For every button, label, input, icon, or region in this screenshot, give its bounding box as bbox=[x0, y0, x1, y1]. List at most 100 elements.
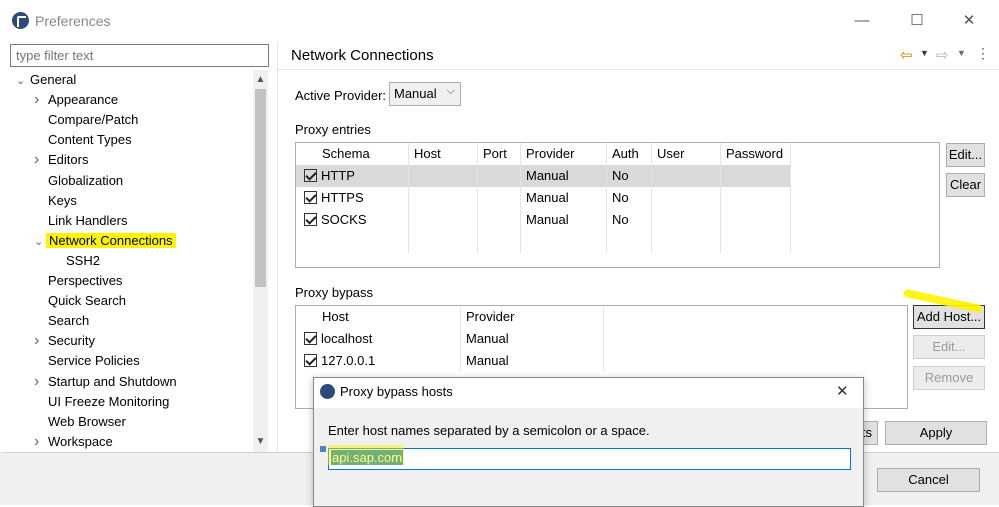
tree-item[interactable]: Compare/Patch bbox=[34, 110, 138, 130]
tree-item[interactable]: › Workspace bbox=[34, 432, 113, 452]
column-header[interactable]: Auth bbox=[607, 143, 652, 165]
empty-cell bbox=[478, 231, 521, 253]
cell-auth: No bbox=[607, 165, 652, 187]
empty-cell bbox=[296, 231, 409, 253]
chevron-right-icon[interactable]: › bbox=[34, 150, 46, 170]
tree-item[interactable]: SSH2 bbox=[52, 251, 100, 271]
dialog-instruction: Enter host names separated by a semicolo… bbox=[328, 423, 650, 438]
column-header[interactable]: Provider bbox=[461, 306, 604, 328]
chevron-down-icon[interactable]: ⌄ bbox=[34, 232, 46, 252]
chevron-right-icon[interactable]: › bbox=[34, 90, 46, 110]
cancel-button[interactable]: Cancel bbox=[877, 468, 980, 492]
host-input[interactable]: api.sap.com bbox=[328, 448, 851, 470]
maximize-icon[interactable]: ☐ bbox=[901, 8, 933, 34]
tree-item-label: Appearance bbox=[48, 92, 119, 108]
tree-item[interactable]: Keys bbox=[34, 191, 77, 211]
tree-item-label: Editors bbox=[48, 152, 89, 168]
cell-provider: Manual bbox=[521, 187, 607, 209]
dialog-app-icon bbox=[320, 384, 335, 399]
chevron-right-icon[interactable]: › bbox=[34, 372, 46, 392]
cell-password bbox=[721, 165, 791, 187]
cell-text: Manual bbox=[526, 190, 569, 205]
dialog-close-icon[interactable]: ✕ bbox=[836, 382, 849, 400]
filter-input[interactable] bbox=[10, 44, 269, 67]
empty-cell bbox=[721, 231, 791, 253]
page-title: Network Connections bbox=[291, 47, 434, 64]
scroll-down-icon[interactable]: ▼ bbox=[253, 433, 268, 450]
table-row[interactable]: HTTP Manual No bbox=[296, 165, 791, 187]
empty-cell bbox=[521, 231, 607, 253]
tree-item[interactable]: Globalization bbox=[34, 171, 123, 191]
cell-provider: Manual bbox=[521, 209, 607, 231]
column-header[interactable]: Password bbox=[721, 143, 791, 165]
column-header[interactable]: Schema bbox=[296, 143, 409, 165]
tree-item[interactable]: › Startup and Shutdown bbox=[34, 372, 177, 392]
forward-arrow-icon[interactable]: ⇨ bbox=[936, 46, 949, 64]
apply-button[interactable]: Apply bbox=[885, 421, 987, 445]
cell-password bbox=[721, 209, 791, 231]
cell-port bbox=[478, 187, 521, 209]
tree-item-label: Security bbox=[48, 333, 95, 349]
back-arrow-icon[interactable]: ⇦ bbox=[900, 46, 913, 64]
edit-bypass-button[interactable]: Edit... bbox=[913, 335, 985, 359]
minimize-icon[interactable]: — bbox=[846, 8, 878, 34]
cell-provider: Manual bbox=[521, 165, 607, 187]
proxy-bypass-label: Proxy bypass bbox=[295, 285, 374, 300]
tree-item[interactable]: Service Policies bbox=[34, 351, 140, 371]
chevron-right-icon[interactable]: › bbox=[34, 432, 46, 452]
scroll-up-icon[interactable]: ▲ bbox=[253, 71, 268, 88]
tree-item-label: Network Connections bbox=[46, 232, 176, 248]
table-row[interactable]: SOCKS Manual No bbox=[296, 209, 791, 231]
close-icon[interactable]: ✕ bbox=[953, 8, 985, 34]
back-menu-icon[interactable]: ▼ bbox=[920, 48, 929, 58]
tree-item[interactable]: Search bbox=[34, 311, 89, 331]
active-provider-label: Active Provider: bbox=[295, 88, 387, 103]
tree-item-label: Keys bbox=[48, 192, 77, 208]
chevron-right-icon[interactable]: › bbox=[34, 331, 46, 351]
table-row[interactable]: localhost Manual bbox=[296, 328, 604, 350]
tree-item[interactable]: Perspectives bbox=[34, 271, 122, 291]
table-row[interactable]: 127.0.0.1 Manual bbox=[296, 350, 604, 372]
chevron-down-icon: ⌵ bbox=[446, 85, 455, 97]
tree-item[interactable]: › Security bbox=[34, 331, 95, 351]
column-header[interactable]: Port bbox=[478, 143, 521, 165]
tree-item[interactable]: Content Types bbox=[34, 130, 132, 150]
edit-proxy-button[interactable]: Edit... bbox=[946, 143, 985, 167]
tree-item[interactable]: ⌄ Network Connections bbox=[34, 231, 176, 251]
row-checkbox[interactable] bbox=[304, 169, 317, 182]
tree-item-label: Workspace bbox=[48, 433, 113, 449]
cell-text: Manual bbox=[466, 331, 509, 346]
view-menu-icon[interactable]: ⋮ bbox=[976, 45, 990, 62]
tree-item[interactable]: Quick Search bbox=[34, 291, 126, 311]
column-header[interactable]: Host bbox=[409, 143, 478, 165]
cell-text: Manual bbox=[466, 353, 509, 368]
row-checkbox[interactable] bbox=[304, 213, 317, 226]
tree-item[interactable]: UI Freeze Monitoring bbox=[34, 392, 169, 412]
row-checkbox[interactable] bbox=[304, 332, 317, 345]
tree-item[interactable]: Web Browser bbox=[34, 412, 126, 432]
column-header[interactable]: Provider bbox=[521, 143, 607, 165]
tree-item-label: Content Types bbox=[48, 132, 132, 148]
tree-item[interactable]: Link Handlers bbox=[34, 211, 128, 231]
proxy-entries-table: Schema Host Port Provider Auth User Password H… bbox=[295, 142, 940, 268]
row-checkbox[interactable] bbox=[304, 354, 317, 367]
tree-item[interactable]: ⌄ General bbox=[16, 70, 76, 90]
tree-item[interactable]: › Appearance bbox=[34, 90, 118, 110]
forward-menu-icon[interactable]: ▼ bbox=[957, 48, 966, 58]
proxy-entries-label: Proxy entries bbox=[295, 122, 371, 137]
clear-proxy-button[interactable]: Clear bbox=[946, 173, 985, 197]
table-row[interactable]: HTTPS Manual No bbox=[296, 187, 791, 209]
preference-tree: ⌄ General › Appearance Compare/Patch Content … bbox=[10, 70, 268, 452]
remove-bypass-button[interactable]: Remove bbox=[913, 366, 985, 390]
window-title: Preferences bbox=[35, 13, 111, 29]
chevron-down-icon[interactable]: ⌄ bbox=[16, 71, 28, 91]
cell-text: No bbox=[612, 190, 629, 205]
cell-user bbox=[652, 187, 721, 209]
tree-item-label: Quick Search bbox=[48, 293, 127, 309]
column-header[interactable]: Host bbox=[296, 306, 461, 328]
tree-item[interactable]: › Editors bbox=[34, 150, 88, 170]
active-provider-select[interactable]: Manual ⌵ bbox=[389, 82, 461, 106]
row-checkbox[interactable] bbox=[304, 191, 317, 204]
column-header[interactable]: User bbox=[652, 143, 721, 165]
scroll-thumb[interactable] bbox=[255, 89, 266, 287]
